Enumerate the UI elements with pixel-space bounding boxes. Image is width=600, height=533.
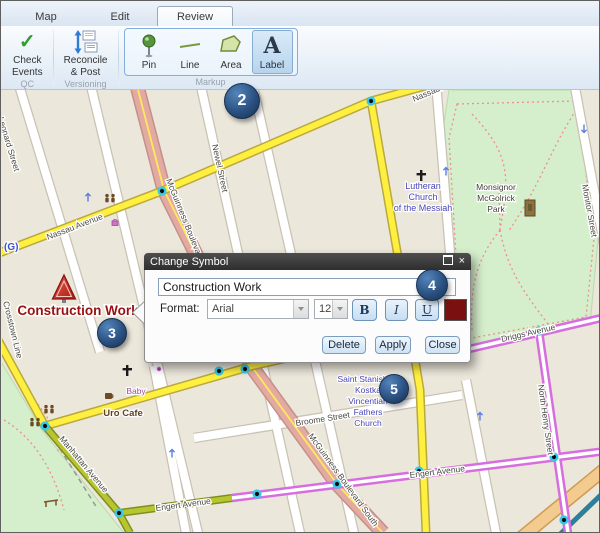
check-events-label-1: Check bbox=[13, 55, 41, 67]
svg-text:Lutheran: Lutheran bbox=[405, 181, 441, 191]
application-window: Map Edit Review ✓ Check Events QC bbox=[0, 0, 600, 533]
format-label: Format: bbox=[160, 303, 200, 315]
tool-line-label: Line bbox=[181, 60, 200, 71]
tool-label-label: Label bbox=[260, 60, 284, 71]
group-label-markup: Markup bbox=[195, 76, 225, 89]
group-versioning: Reconcile & Post Versioning bbox=[57, 27, 115, 89]
ribbon: Map Edit Review ✓ Check Events QC bbox=[1, 1, 599, 90]
maximize-icon[interactable] bbox=[443, 255, 453, 268]
apply-button[interactable]: Apply bbox=[375, 336, 411, 354]
reconcile-label-1: Reconcile bbox=[64, 55, 108, 67]
svg-text:Uro Cafe: Uro Cafe bbox=[103, 408, 143, 419]
subway-g-label: (G) bbox=[4, 242, 18, 253]
callout-badge-4: 4 bbox=[416, 269, 448, 301]
close-button[interactable]: Close bbox=[425, 336, 460, 354]
dialog-title-bar[interactable]: Change Symbol × bbox=[144, 253, 471, 270]
ribbon-band: ✓ Check Events QC bbox=[1, 26, 599, 90]
group-qc: ✓ Check Events QC bbox=[5, 27, 50, 89]
svg-text:McGolrick: McGolrick bbox=[477, 193, 516, 203]
svg-text:Kostka: Kostka bbox=[355, 385, 381, 395]
svg-text:Church: Church bbox=[408, 192, 437, 202]
dialog-title: Change Symbol bbox=[150, 256, 228, 268]
group-label-versioning: Versioning bbox=[65, 78, 107, 91]
change-symbol-dialog: Change Symbol × Format: Arial 12 B I U D… bbox=[144, 253, 471, 363]
flower-icon bbox=[157, 367, 161, 371]
checkmark-icon: ✓ bbox=[19, 31, 36, 54]
font-size-select[interactable]: 12 bbox=[314, 299, 348, 319]
construction-work-map-label: Construction Work bbox=[17, 303, 139, 318]
tool-area-label: Area bbox=[220, 60, 241, 71]
area-icon bbox=[218, 33, 244, 59]
tool-pin-label: Pin bbox=[142, 60, 156, 71]
font-family-value: Arial bbox=[208, 303, 293, 315]
reconcile-label-2: & Post bbox=[71, 67, 100, 79]
dropdown-arrow-icon[interactable] bbox=[293, 300, 308, 318]
svg-text:Baby: Baby bbox=[126, 386, 146, 396]
callout-badge-2: 2 bbox=[224, 83, 260, 119]
reconcile-post-button[interactable]: Reconcile & Post bbox=[59, 27, 113, 78]
coffee-cup-icon bbox=[105, 393, 113, 399]
pin-icon bbox=[137, 33, 161, 59]
reconcile-post-icon bbox=[73, 29, 99, 55]
tool-label-button[interactable]: A Label bbox=[252, 30, 293, 74]
tab-edit[interactable]: Edit bbox=[83, 7, 157, 26]
label-a-icon: A bbox=[263, 35, 280, 57]
underline-button[interactable]: U bbox=[415, 299, 439, 321]
check-events-button[interactable]: ✓ Check Events bbox=[7, 27, 48, 78]
group-label-qc: QC bbox=[21, 78, 35, 91]
svg-text:Monsignor: Monsignor bbox=[476, 182, 516, 192]
line-icon bbox=[178, 33, 202, 59]
tool-pin-button[interactable]: Pin bbox=[129, 30, 170, 74]
markup-tools-box: Pin Line bbox=[124, 28, 298, 76]
svg-text:of the Messiah: of the Messiah bbox=[394, 203, 453, 213]
close-icon[interactable]: × bbox=[459, 256, 465, 267]
callout-badge-3: 3 bbox=[97, 318, 127, 348]
color-swatch[interactable] bbox=[444, 299, 467, 321]
italic-button[interactable]: I bbox=[385, 299, 408, 321]
tool-line-button[interactable]: Line bbox=[170, 30, 211, 74]
tab-map[interactable]: Map bbox=[9, 7, 83, 26]
group-separator bbox=[118, 29, 119, 87]
ribbon-tab-strip: Map Edit Review bbox=[1, 1, 599, 26]
delete-button[interactable]: Delete bbox=[322, 336, 366, 354]
font-size-value: 12 bbox=[315, 303, 332, 315]
group-separator bbox=[53, 29, 54, 87]
bold-button[interactable]: B bbox=[352, 299, 377, 321]
svg-text:Park: Park bbox=[487, 204, 505, 214]
callout-badge-5: 5 bbox=[379, 374, 409, 404]
svg-text:Fathers: Fathers bbox=[354, 407, 383, 417]
monument-icon bbox=[525, 200, 535, 216]
tab-review[interactable]: Review bbox=[157, 6, 233, 26]
font-family-select[interactable]: Arial bbox=[207, 299, 309, 319]
label-text-input[interactable] bbox=[158, 278, 456, 296]
svg-text:Church: Church bbox=[354, 418, 382, 428]
group-markup: Pin Line bbox=[122, 27, 300, 89]
tool-area-button[interactable]: Area bbox=[211, 30, 252, 74]
check-events-label-2: Events bbox=[12, 67, 43, 79]
dropdown-arrow-icon[interactable] bbox=[332, 300, 347, 318]
